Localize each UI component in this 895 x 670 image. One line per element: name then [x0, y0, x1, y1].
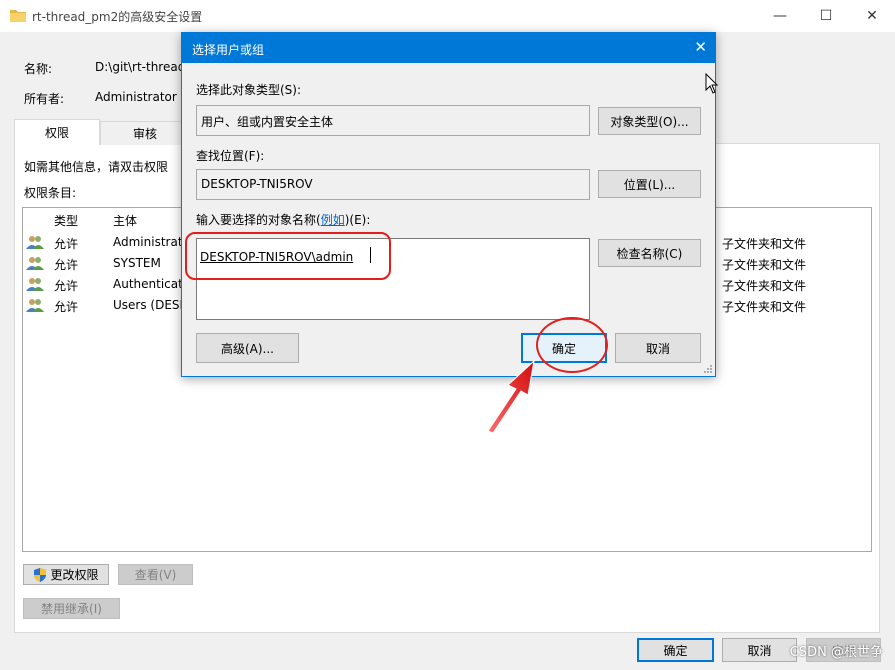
hint-text: 如需其他信息，请双击权限 — [24, 160, 169, 174]
object-type-label: 选择此对象类型(S): — [196, 83, 302, 97]
location-label: 查找位置(F): — [196, 149, 265, 163]
examples-link[interactable]: 例如 — [321, 213, 345, 227]
location-field: DESKTOP-TNI5ROV — [196, 169, 590, 200]
shield-icon — [34, 567, 47, 582]
users-icon — [26, 278, 44, 291]
dialog-title: 选择用户或组 — [192, 43, 265, 57]
object-type-field: 用户、组或内置安全主体 — [196, 105, 590, 136]
tab-auditing[interactable]: 审核 — [100, 121, 190, 145]
object-names-label: 输入要选择的对象名称(例如)(E): — [196, 213, 371, 227]
select-user-dialog: 选择用户或组 ✕ 选择此对象类型(S): 用户、组或内置安全主体 对象类型(O)… — [181, 32, 716, 377]
window-title: rt-thread_pm2的高级安全设置 — [32, 10, 203, 24]
name-value: D:\git\rt-thread — [95, 60, 186, 74]
column-header-type[interactable]: 类型 — [54, 212, 78, 229]
change-permissions-button[interactable]: 更改权限 — [23, 564, 109, 585]
owner-label: 所有者: — [24, 92, 65, 106]
owner-value: Administrator ( — [95, 90, 186, 104]
window-title-bar: rt-thread_pm2的高级安全设置 — ☐ ✕ — [0, 0, 895, 32]
minimize-button[interactable]: — — [757, 0, 803, 32]
mouse-pointer-icon — [705, 73, 719, 94]
entries-label: 权限条目: — [24, 186, 77, 200]
view-button[interactable]: 查看(V) — [118, 564, 193, 585]
dialog-close-icon[interactable]: ✕ — [694, 38, 707, 56]
annotation-arrow-icon — [487, 359, 535, 434]
locations-button[interactable]: 位置(L)... — [598, 170, 701, 198]
users-icon — [26, 299, 44, 312]
object-types-button[interactable]: 对象类型(O)... — [598, 107, 701, 135]
dialog-cancel-button[interactable]: 取消 — [615, 333, 701, 363]
maximize-button[interactable]: ☐ — [803, 0, 849, 32]
users-icon — [26, 257, 44, 270]
check-names-button[interactable]: 检查名称(C) — [598, 239, 701, 267]
folder-icon — [10, 10, 26, 22]
column-header-principal[interactable]: 主体 — [113, 212, 137, 229]
watermark-text: CSDN @根世争 — [789, 645, 883, 660]
close-button[interactable]: ✕ — [849, 0, 895, 32]
ok-button[interactable]: 确定 — [637, 638, 714, 662]
annotation-highlight-input — [185, 232, 391, 280]
advanced-button[interactable]: 高级(A)... — [196, 333, 299, 363]
tab-permissions[interactable]: 权限 — [14, 119, 100, 145]
disable-inheritance-button[interactable]: 禁用继承(I) — [23, 598, 120, 619]
resize-grip-icon[interactable] — [703, 364, 713, 374]
annotation-highlight-ok — [536, 317, 608, 373]
dialog-title-bar: 选择用户或组 ✕ — [182, 33, 715, 63]
cancel-button[interactable]: 取消 — [722, 638, 797, 662]
name-label: 名称: — [24, 62, 53, 76]
users-icon — [26, 236, 44, 249]
